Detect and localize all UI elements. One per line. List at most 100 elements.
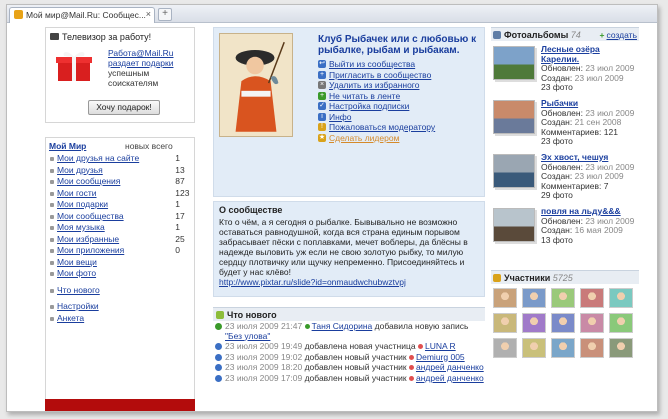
news-item-icon	[215, 353, 222, 361]
album-updated-date: 23 июл 2009	[585, 107, 635, 118]
album-thumbnail[interactable]	[493, 154, 535, 188]
news-target-link[interactable]: андрей данченко	[416, 362, 484, 372]
album-item: Эх хвост, чешуя Обновлен: 23 июл 2009 Созд…	[491, 151, 639, 203]
user-status-icon	[408, 375, 414, 381]
album-created-date: 23 июл 2009	[574, 171, 624, 181]
club-action-link[interactable]: ↩ Выйти из сообщества	[318, 59, 484, 70]
mailru-favicon-icon	[14, 10, 23, 19]
member-avatar[interactable]	[580, 288, 604, 308]
want-gift-button[interactable]: Хочу подарок!	[88, 100, 160, 115]
stats-total-count: 0	[175, 245, 180, 255]
stats-link[interactable]: Мои сообщества	[49, 211, 156, 222]
stats-total-count: 123	[175, 187, 190, 198]
news-action: добавлена новая участница	[304, 341, 418, 351]
user-status-icon	[304, 324, 310, 329]
album-info: Эх хвост, чешуя Обновлен: 23 июл 2009 Созд…	[541, 152, 639, 201]
stats-link[interactable]: Мои приложения	[49, 245, 156, 256]
stats-total-count	[175, 269, 191, 279]
stats-row: Мои подарки 1	[49, 199, 191, 210]
news-row: 23 июля 2009 19:02 добавлен новый участн…	[213, 352, 485, 363]
member-avatar[interactable]	[609, 313, 633, 333]
member-avatar[interactable]	[609, 288, 633, 308]
create-album-link[interactable]: создать	[600, 30, 637, 40]
promo-box: Телевизор за работу! Работа@Mail.Ru разд…	[45, 27, 195, 123]
club-action-link[interactable]: + Пригласить в сообщество	[318, 70, 484, 81]
club-action-link[interactable]: ★ Сделать лидером	[318, 133, 484, 144]
album-created-label: Создан:	[541, 117, 575, 127]
album-thumbnail[interactable]	[493, 46, 535, 80]
my-world-link[interactable]: Мой Мир	[49, 141, 125, 151]
member-avatar[interactable]	[493, 338, 517, 358]
album-thumbnail[interactable]	[493, 208, 535, 242]
stats-link[interactable]: Анкета	[49, 313, 156, 324]
member-avatar[interactable]	[609, 338, 633, 358]
stats-total-count: 1	[175, 153, 180, 163]
news-extra: LUNA R	[417, 341, 456, 351]
news-target-link[interactable]: Demiurg 005	[416, 352, 465, 362]
album-updated-label: Обновлен:	[541, 107, 586, 118]
stats-link[interactable]: Мои друзья	[49, 165, 156, 176]
member-avatar[interactable]	[551, 313, 575, 333]
stats-header: Мой Мир новых всего	[49, 141, 191, 151]
news-action: добавлен новый участник	[304, 372, 409, 383]
stats-link[interactable]: Мои вещи	[49, 257, 156, 268]
album-updated-date: 23 июл 2009	[585, 215, 635, 226]
news-action: добавила новую запись	[374, 321, 469, 331]
stats-link[interactable]: Моя музыка	[49, 222, 156, 233]
promo-text: Работа@Mail.Ru раздает подарки успешным …	[108, 48, 174, 88]
stats-columns-label: новых всего	[125, 141, 173, 151]
tab-bar: Мой мир@Mail.Ru: Сообщес... × +	[7, 5, 657, 23]
close-tab-icon[interactable]: ×	[146, 9, 151, 19]
stats-link[interactable]: Мои фото	[49, 268, 156, 279]
stats-link[interactable]: Мои подарки	[49, 199, 156, 210]
news-date: 23 июля 2009 18:20	[225, 362, 305, 372]
club-actions: ↩ Выйти из сообщества + Пригласить в сообще…	[318, 59, 484, 143]
member-avatar[interactable]	[580, 338, 604, 358]
club-action-link[interactable]: × Удалить из избранного	[318, 80, 484, 91]
member-avatar[interactable]	[551, 338, 575, 358]
exit-icon: ↩	[318, 60, 326, 68]
feed-icon: +	[318, 91, 326, 100]
member-avatar[interactable]	[522, 288, 546, 308]
members-grid	[491, 284, 639, 362]
news-target-link[interactable]: "Без улова"	[225, 331, 270, 341]
stats-new-count	[156, 223, 176, 233]
stats-link[interactable]: Мои друзья на сайте	[49, 153, 156, 164]
news-target-link[interactable]: LUNA R	[425, 341, 456, 351]
club-action-link[interactable]: ! Пожаловаться модератору	[318, 122, 484, 133]
promo-link[interactable]: Работа@Mail.Ru раздает подарки	[108, 48, 174, 68]
album-created-label: Создан:	[541, 72, 575, 83]
new-tab-button[interactable]: +	[158, 8, 172, 21]
about-text: Кто о чём, а я сегодня о рыбалке. Бывыва…	[219, 217, 468, 287]
stats-link[interactable]: Мои гости	[49, 188, 156, 199]
stats-new-count	[156, 258, 176, 268]
club-action-link[interactable]: i Инфо	[318, 112, 484, 123]
member-avatar[interactable]	[493, 288, 517, 308]
stats-total-count: 1	[175, 199, 180, 209]
stats-link[interactable]: Настройки	[49, 301, 156, 312]
album-photo-count: 23 фото	[541, 82, 573, 92]
club-action-link[interactable]: ✓ Настройка подписки	[318, 101, 484, 112]
stats-row: Мои гости 123	[49, 187, 191, 199]
about-community: О сообществе Кто о чём, а я сегодня о ры…	[213, 201, 485, 297]
album-thumbnail[interactable]	[493, 100, 535, 134]
member-avatar[interactable]	[580, 313, 604, 333]
news-user-link[interactable]: Таня Сидорина	[312, 321, 373, 331]
member-avatar[interactable]	[522, 338, 546, 358]
about-link[interactable]: http://www.pixtar.ru/slide?id=onmaudwchu…	[219, 277, 406, 287]
member-avatar[interactable]	[551, 288, 575, 308]
stats-link[interactable]: Что нового	[49, 285, 156, 296]
browser-tab[interactable]: Мой мир@Mail.Ru: Сообщес... ×	[9, 7, 155, 23]
album-name-link[interactable]: Лесные озёра Карелии.	[541, 44, 639, 64]
stats-link[interactable]: Мои избранные	[49, 234, 156, 245]
stats-link[interactable]: Мои сообщения	[49, 176, 156, 187]
member-avatar[interactable]	[522, 313, 546, 333]
album-updated-label: Обновлен:	[541, 215, 586, 226]
red-banner	[45, 399, 195, 411]
club-action-link[interactable]: + Не читать в ленте	[318, 91, 484, 102]
news-target-link[interactable]: андрей данченко	[416, 373, 484, 383]
stats-new-count	[156, 246, 176, 256]
albums-count: 74	[570, 30, 581, 40]
news-date: 23 июля 2009 19:49	[225, 341, 305, 351]
member-avatar[interactable]	[493, 313, 517, 333]
